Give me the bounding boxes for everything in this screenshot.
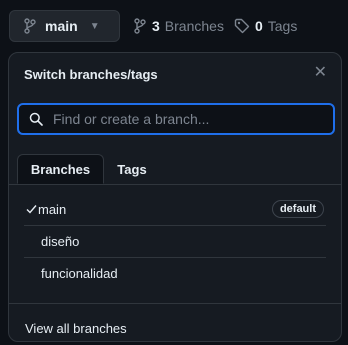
branch-item-funcionalidad[interactable]: funcionalidad [24, 258, 326, 289]
branch-search-field[interactable] [17, 103, 335, 135]
branch-tag-tabs: Branches Tags [9, 148, 341, 185]
branch-name: funcionalidad [41, 266, 118, 281]
branches-count-link[interactable]: 3 Branches [133, 18, 224, 34]
current-branch-name: main [45, 18, 78, 34]
branch-name: diseño [41, 234, 80, 249]
dropdown-footer: View all branches [9, 303, 341, 341]
dropdown-title: Switch branches/tags [24, 67, 158, 82]
branch-list: main default diseño funcionalidad [9, 194, 341, 289]
branches-count: 3 [152, 18, 160, 34]
caret-down-icon: ▼ [89, 20, 100, 32]
tab-tags[interactable]: Tags [109, 154, 155, 184]
check-icon [26, 204, 37, 214]
view-all-branches-link[interactable]: View all branches [25, 321, 127, 336]
repo-toolbar: main ▼ 3 Branches 0 Tags [0, 0, 348, 50]
branch-item-diseno[interactable]: diseño [24, 226, 326, 258]
tags-count-link[interactable]: 0 Tags [234, 18, 297, 34]
git-branch-icon [23, 18, 37, 34]
switch-branches-dropdown: Switch branches/tags ✕ Branches Tags mai… [8, 52, 342, 342]
dropdown-header: Switch branches/tags ✕ [9, 53, 341, 98]
branch-selector-button[interactable]: main ▼ [9, 10, 120, 42]
search-icon [29, 112, 43, 126]
default-badge: default [271, 200, 324, 218]
tag-icon [234, 18, 250, 34]
branches-label: Branches [164, 18, 224, 34]
repo-counts: 3 Branches 0 Tags [133, 10, 297, 42]
close-icon[interactable]: ✕ [314, 65, 327, 81]
branch-name: main [38, 202, 67, 217]
tags-count: 0 [254, 18, 263, 34]
tags-label: Tags [267, 18, 298, 34]
tab-branches[interactable]: Branches [17, 154, 104, 184]
branch-search-input[interactable] [51, 110, 325, 128]
git-branch-icon [133, 18, 147, 34]
branch-item-main[interactable]: main default [24, 194, 326, 226]
